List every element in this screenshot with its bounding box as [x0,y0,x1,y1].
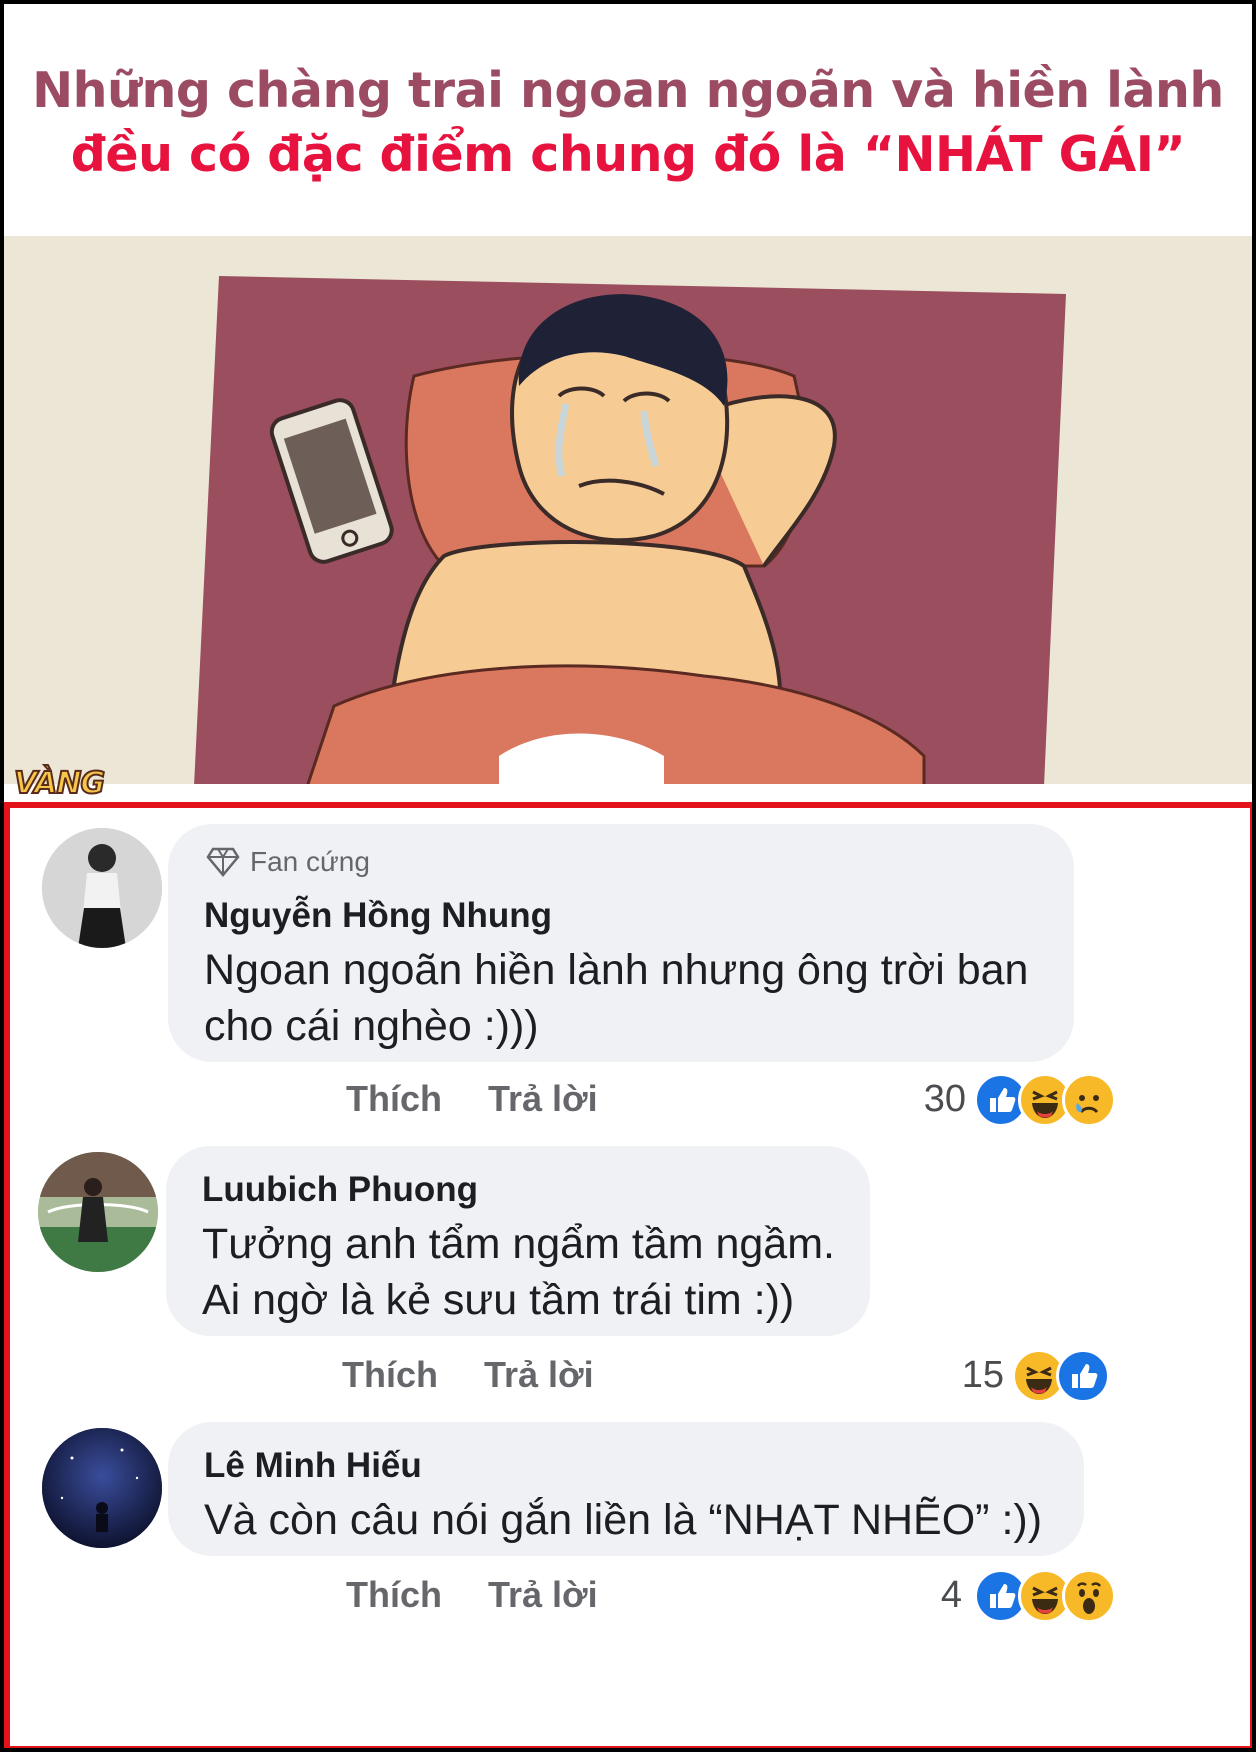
title-line-1: Những chàng trai ngoan ngoãn và hiền làn… [32,62,1224,119]
crying-boy-illustration [4,236,1252,796]
comments-section: Fan cứng Nguyễn Hồng Nhung Ngoan ngoãn h… [4,802,1252,1748]
comment-line-2: Ai ngờ là kẻ sưu tầm trái tim :)) [202,1276,795,1324]
like-button[interactable]: Thích [346,1574,442,1616]
meme-header: Những chàng trai ngoan ngoãn và hiền làn… [4,4,1252,236]
meme-frame: Những chàng trai ngoan ngoãn và hiền làn… [4,4,1252,1748]
badge-label: Fan cứng [250,846,370,877]
reply-button[interactable]: Trả lời [488,1078,598,1120]
like-icon [1056,1349,1110,1403]
reply-button[interactable]: Trả lời [488,1574,598,1616]
diamond-icon [206,847,240,877]
avatar-photo [42,828,162,948]
wow-icon [1062,1569,1116,1623]
like-button[interactable]: Thích [346,1078,442,1120]
commenter-name[interactable]: Nguyễn Hồng Nhung [204,896,552,936]
avatar[interactable] [42,828,162,948]
reply-button[interactable]: Trả lời [484,1354,594,1396]
avatar-photo [38,1152,158,1272]
comment-line-2: cho cái nghèo :))) [204,1002,539,1050]
comment-line-1: Ngoan ngoãn hiền lành nhưng ông trời ban [204,946,1029,994]
like-button[interactable]: Thích [342,1354,438,1396]
avatar-photo [42,1428,162,1548]
reaction-count[interactable]: 30 [886,1078,966,1121]
cartoon-illustration: VÀNG [4,236,1252,802]
comment-line-1: Tưởng anh tẩm ngẩm tầm ngầm. [202,1220,835,1268]
avatar[interactable] [42,1428,162,1548]
commenter-name[interactable]: Luubich Phuong [202,1170,478,1210]
reaction-count[interactable]: 4 [882,1574,962,1617]
comment-line-1: Và còn câu nói gắn liền là “NHẠT NHẼO” :… [204,1496,1043,1544]
fan-badge: Fan cứng [206,846,370,878]
title-line-2: đều có đặc điểm chung đó là “NHÁT GÁI” [70,126,1186,183]
commenter-name[interactable]: Lê Minh Hiếu [204,1446,422,1486]
avatar[interactable] [38,1152,158,1272]
watermark-logo: VÀNG [13,765,106,802]
sad-icon [1062,1073,1116,1127]
reaction-count[interactable]: 15 [924,1354,1004,1397]
